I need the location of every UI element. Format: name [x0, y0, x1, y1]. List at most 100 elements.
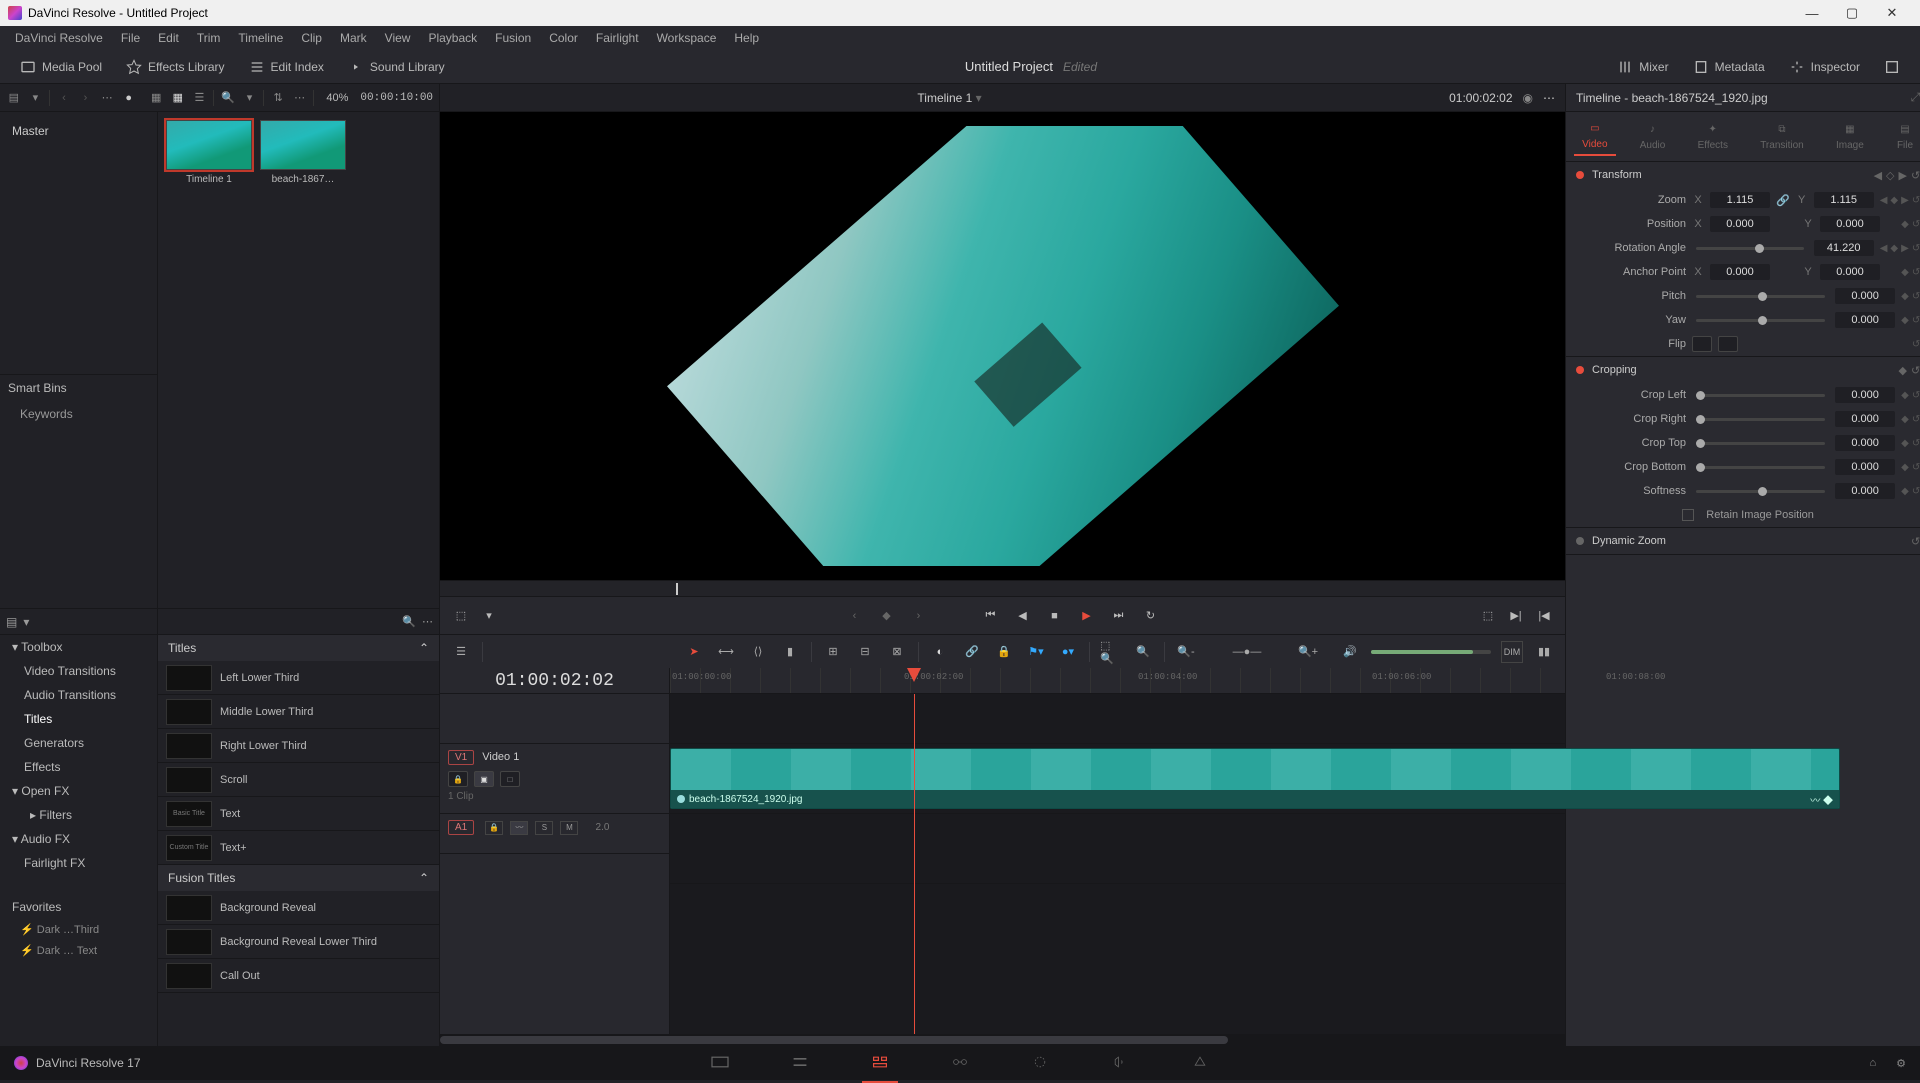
- fusion-call-out[interactable]: Call Out: [158, 959, 439, 993]
- timeline-timecode[interactable]: 01:00:02:02: [440, 668, 670, 693]
- metadata-view-icon[interactable]: ▦: [148, 90, 164, 106]
- snapping-icon[interactable]: ◐: [929, 641, 951, 663]
- softness-field[interactable]: 0.000: [1835, 483, 1895, 499]
- go-start-button[interactable]: ⏮: [980, 605, 1002, 627]
- fx-audiofx[interactable]: ▾ Audio FX: [0, 827, 157, 851]
- fav-1[interactable]: ⚡ Dark …Third: [0, 919, 157, 940]
- thumb-view-icon[interactable]: ▦: [170, 90, 186, 106]
- viewer-scrubber[interactable]: [440, 580, 1565, 596]
- menu-trim[interactable]: Trim: [188, 31, 230, 45]
- jump-prev-icon[interactable]: |◀: [1533, 605, 1555, 627]
- v1-disable[interactable]: □: [500, 771, 520, 787]
- crop-right-slider[interactable]: [1696, 418, 1825, 421]
- crop-left-field[interactable]: 0.000: [1835, 387, 1895, 403]
- fx-generators[interactable]: Generators: [0, 731, 157, 755]
- dynamic-zoom-header[interactable]: Dynamic Zoom↺: [1566, 528, 1920, 554]
- zoom-out-icon[interactable]: 🔍-: [1175, 641, 1197, 663]
- volume-slider[interactable]: [1371, 650, 1491, 654]
- fx-favorites[interactable]: Favorites: [0, 895, 157, 919]
- filter-icon[interactable]: ▾: [242, 90, 258, 106]
- kf-icon[interactable]: ◇: [1886, 169, 1894, 182]
- nav-back-icon[interactable]: ‹: [56, 90, 72, 106]
- menu-view[interactable]: View: [376, 31, 420, 45]
- fusion-bg-reveal-l3[interactable]: Background Reveal Lower Third: [158, 925, 439, 959]
- zoom-detail-icon[interactable]: 🔍: [1132, 641, 1154, 663]
- search-icon[interactable]: 🔍: [220, 90, 236, 106]
- effects-library-toggle[interactable]: Effects Library: [116, 55, 234, 79]
- crop-top-field[interactable]: 0.000: [1835, 435, 1895, 451]
- collapse-icon[interactable]: ⌃: [419, 641, 429, 655]
- sound-library-toggle[interactable]: Sound Library: [338, 55, 455, 79]
- inspector-toggle[interactable]: Inspector: [1779, 55, 1870, 79]
- zoom-slider[interactable]: —●—: [1207, 641, 1287, 663]
- fx-opts-icon[interactable]: ⋯: [422, 615, 433, 628]
- nav-fwd-icon[interactable]: ›: [78, 90, 94, 106]
- pitch-field[interactable]: 0.000: [1835, 288, 1895, 304]
- fusion-titles-category[interactable]: Fusion Titles⌃: [158, 865, 439, 891]
- home-icon[interactable]: ⌂: [1869, 1057, 1876, 1070]
- zoom-in-icon[interactable]: 🔍+: [1297, 641, 1319, 663]
- marker-tool-icon[interactable]: ●▾: [1057, 641, 1079, 663]
- thumb-beach[interactable]: beach-1867…: [260, 120, 346, 185]
- mute-icon[interactable]: 🔊: [1339, 641, 1361, 663]
- yaw-slider[interactable]: [1696, 319, 1825, 322]
- title-middle-lower-third[interactable]: Middle Lower Third: [158, 695, 439, 729]
- maximize-button[interactable]: ▢: [1832, 0, 1872, 26]
- menu-fusion[interactable]: Fusion: [486, 31, 540, 45]
- insert-clip-icon[interactable]: ⊞: [822, 641, 844, 663]
- crop-bottom-field[interactable]: 0.000: [1835, 459, 1895, 475]
- page-edit[interactable]: [870, 1054, 890, 1073]
- fusion-bg-reveal[interactable]: Background Reveal: [158, 891, 439, 925]
- fav-2[interactable]: ⚡ Dark … Text: [0, 940, 157, 961]
- enabled-indicator[interactable]: [1576, 171, 1584, 179]
- page-deliver[interactable]: [1190, 1054, 1210, 1073]
- titles-category[interactable]: Titles⌃: [158, 635, 439, 661]
- title-scroll[interactable]: Scroll: [158, 763, 439, 797]
- clip-beach[interactable]: beach-1867524_1920.jpg〰 ◆: [670, 748, 1840, 809]
- overwrite-clip-icon[interactable]: ⊟: [854, 641, 876, 663]
- tab-effects[interactable]: ✦Effects: [1690, 119, 1736, 155]
- anchor-x-field[interactable]: 0.000: [1710, 264, 1770, 280]
- yaw-field[interactable]: 0.000: [1835, 312, 1895, 328]
- anchor-y-field[interactable]: 0.000: [1820, 264, 1880, 280]
- tab-image[interactable]: ▦Image: [1828, 119, 1872, 155]
- fx-filters[interactable]: ▸ Filters: [0, 803, 157, 827]
- media-pool-toggle[interactable]: Media Pool: [10, 55, 112, 79]
- fx-dropdown-icon[interactable]: ▾: [23, 615, 29, 629]
- transform-header[interactable]: Transform◀◇▶↺: [1566, 162, 1920, 188]
- match-frame-icon[interactable]: ⬚: [1477, 605, 1499, 627]
- zoom-x-field[interactable]: 1.115: [1710, 192, 1770, 208]
- title-text-plus[interactable]: Custom TitleText+: [158, 831, 439, 865]
- settings-icon[interactable]: ⚙: [1896, 1057, 1906, 1070]
- dim-button[interactable]: DIM: [1501, 641, 1523, 663]
- fx-audio-transitions[interactable]: Audio Transitions: [0, 683, 157, 707]
- crop-top-slider[interactable]: [1696, 442, 1825, 445]
- sort-icon[interactable]: ⇅: [270, 90, 286, 106]
- page-fusion[interactable]: [950, 1054, 970, 1073]
- marker-icon[interactable]: ◉: [1523, 91, 1533, 105]
- zoom-pct[interactable]: 40%: [326, 92, 348, 104]
- menu-clip[interactable]: Clip: [292, 31, 331, 45]
- minimize-button[interactable]: —: [1792, 0, 1832, 26]
- title-text[interactable]: Basic TitleText: [158, 797, 439, 831]
- transform-overlay-icon[interactable]: ⬚: [450, 605, 472, 627]
- replace-clip-icon[interactable]: ⊠: [886, 641, 908, 663]
- a1-solo[interactable]: S: [535, 821, 553, 835]
- timeline-lanes[interactable]: beach-1867524_1920.jpg〰 ◆: [670, 694, 1565, 1034]
- expand-icon[interactable]: ⤢: [1911, 90, 1920, 105]
- more-icon[interactable]: ⋯: [99, 90, 115, 106]
- jump-next-icon[interactable]: ▶|: [1505, 605, 1527, 627]
- tab-transition[interactable]: ⧉Transition: [1752, 119, 1812, 155]
- timeline-ruler[interactable]: 01:00:00:00 01:00:02:00 01:00:04:00 01:0…: [670, 668, 1565, 693]
- loop-button[interactable]: ↻: [1140, 605, 1162, 627]
- menu-fairlight[interactable]: Fairlight: [587, 31, 648, 45]
- prev-edit-icon[interactable]: ‹: [844, 605, 866, 627]
- collapse-icon[interactable]: ⌃: [419, 871, 429, 885]
- keywords-bin[interactable]: Keywords: [0, 401, 157, 427]
- flip-v-button[interactable]: [1718, 336, 1738, 352]
- title-left-lower-third[interactable]: Left Lower Third: [158, 661, 439, 695]
- v1-lock-icon[interactable]: 🔒: [448, 771, 468, 787]
- retain-checkbox[interactable]: [1682, 509, 1694, 521]
- tab-file[interactable]: ▤File: [1888, 119, 1920, 155]
- fx-search-icon[interactable]: 🔍: [402, 615, 416, 628]
